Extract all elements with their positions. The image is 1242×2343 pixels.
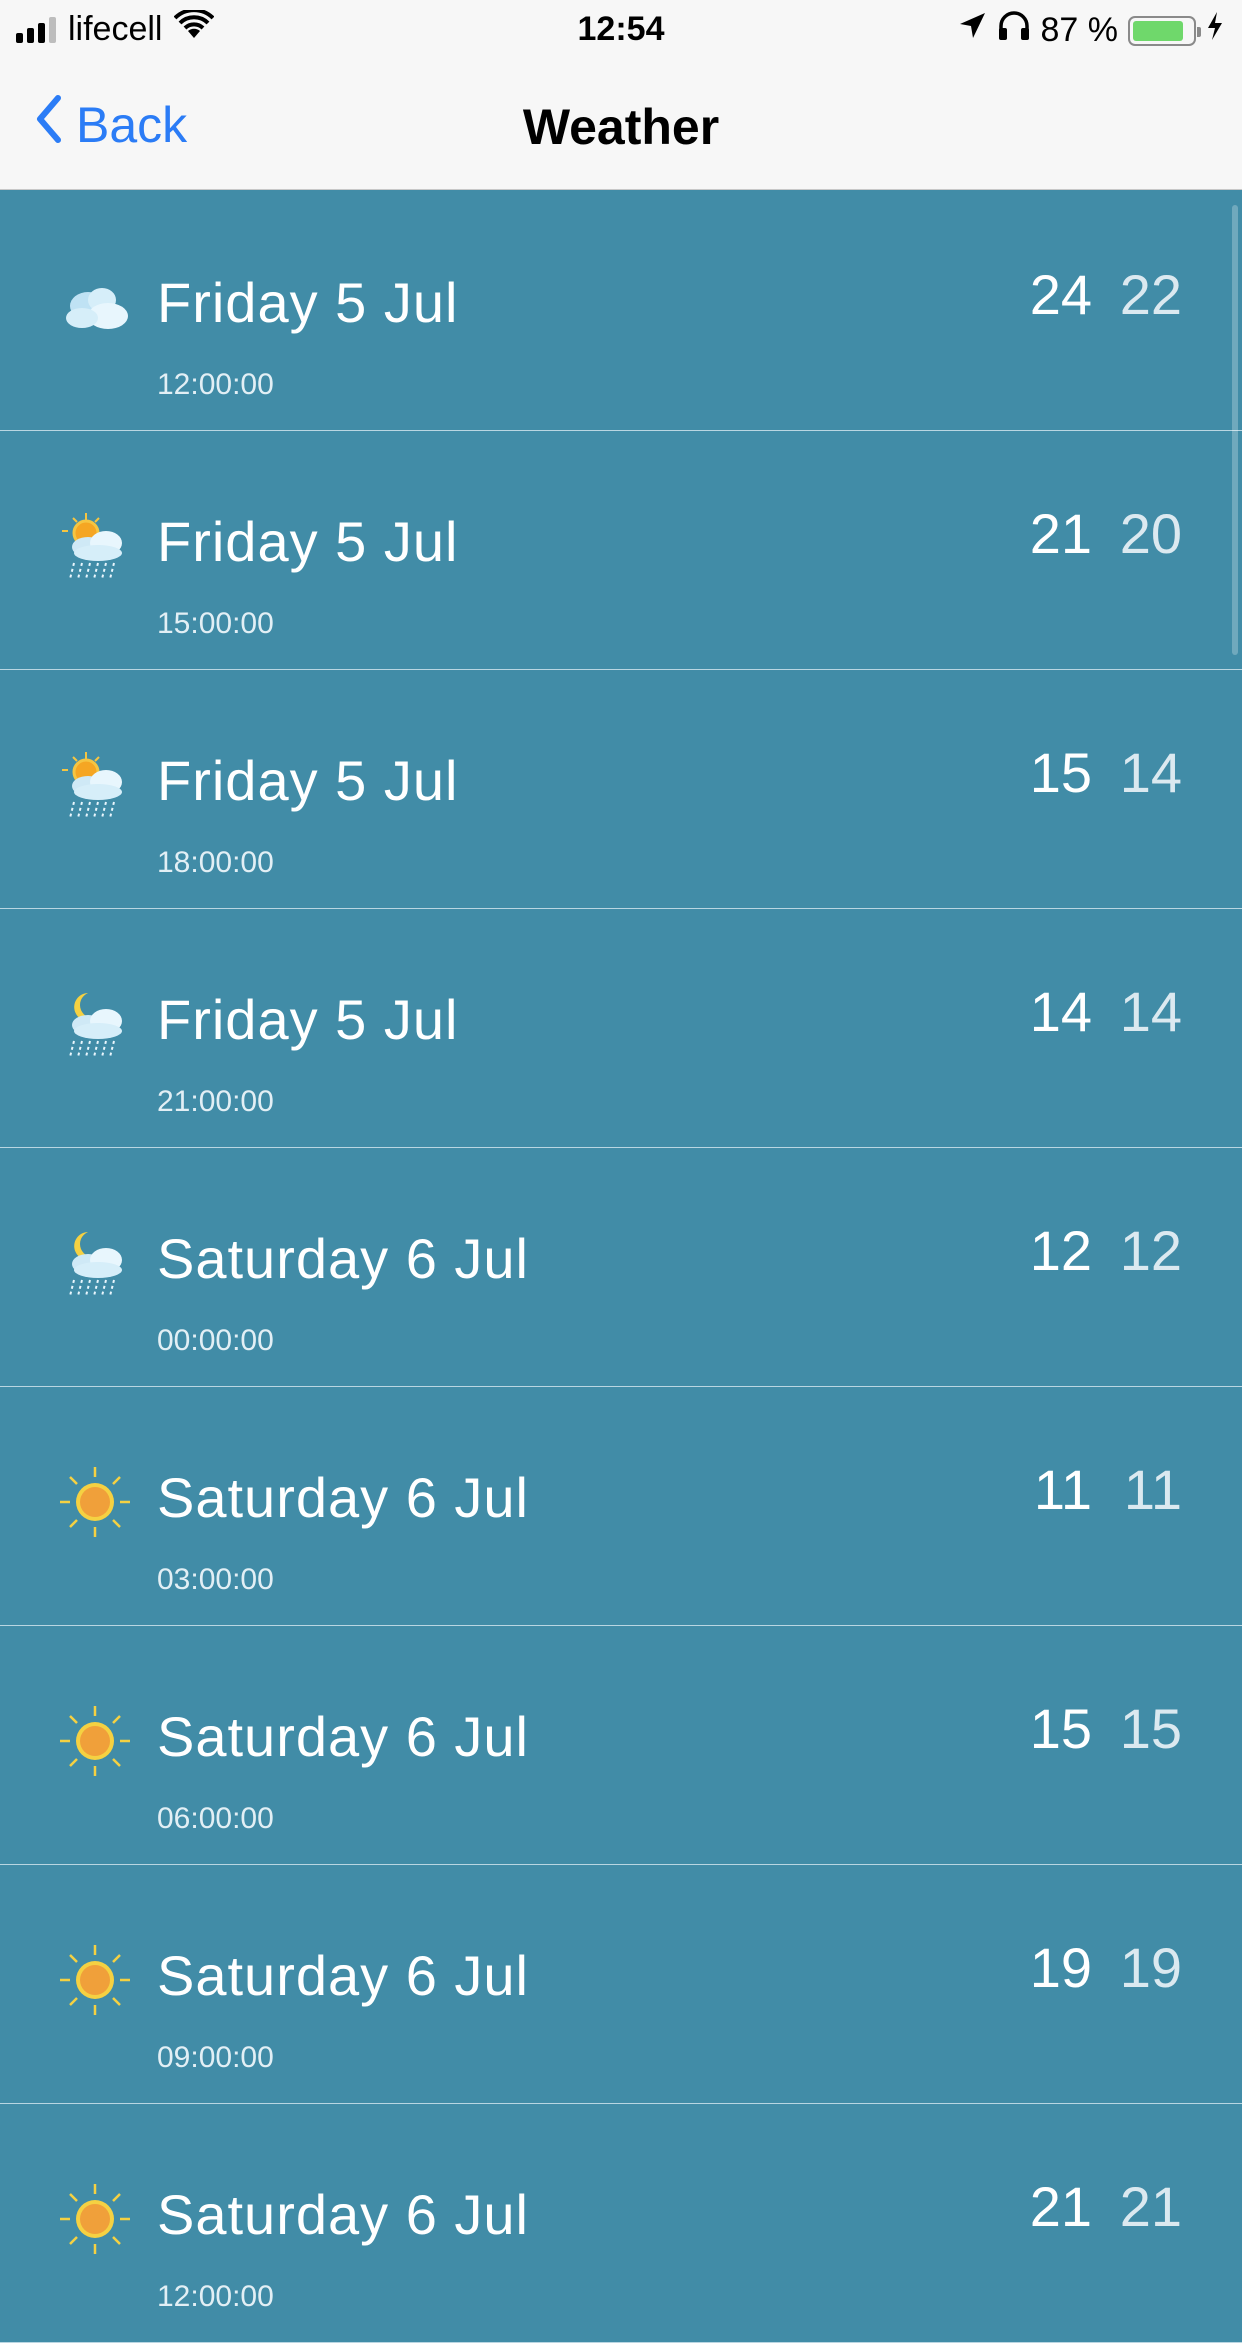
forecast-date: Saturday 6 Jul [157, 1944, 529, 2007]
forecast-time: 15:00:00 [157, 607, 274, 640]
battery-icon [1128, 15, 1201, 46]
headphones-icon [997, 10, 1031, 51]
temperature-low: 15 [1119, 1697, 1182, 1760]
temperature-high: 24 [1029, 263, 1092, 326]
temperature-high: 15 [1029, 741, 1092, 804]
temperature-low: 12 [1119, 1219, 1182, 1282]
forecast-row[interactable]: Friday 5 Jul 12:00:00 24 22 [0, 192, 1242, 431]
forecast-time: 09:00:00 [157, 2041, 274, 2074]
forecast-time: 00:00:00 [157, 1324, 274, 1357]
sun-icon [58, 2182, 132, 2256]
scroll-indicator[interactable] [1232, 205, 1238, 655]
location-arrow-icon [957, 11, 987, 50]
forecast-row[interactable]: Saturday 6 Jul 00:00:00 12 12 [0, 1148, 1242, 1387]
forecast-date: Friday 5 Jul [157, 988, 459, 1051]
sun-icon [58, 1943, 132, 2017]
forecast-time: 06:00:00 [157, 1802, 274, 1835]
forecast-date: Saturday 6 Jul [157, 2183, 529, 2246]
forecast-row[interactable]: Friday 5 Jul 18:00:00 15 14 [0, 670, 1242, 909]
top-bar: lifecell 12:54 87 % Back Weather [0, 0, 1242, 190]
temperature-high: 12 [1029, 1219, 1092, 1282]
temperature-high: 21 [1029, 502, 1092, 565]
forecast-date: Friday 5 Jul [157, 749, 459, 812]
forecast-row[interactable]: Saturday 6 Jul 03:00:00 11 11 [0, 1387, 1242, 1626]
temperature-low: 14 [1119, 980, 1182, 1043]
moon-cloud-rain-icon [58, 987, 132, 1061]
forecast-row[interactable]: Friday 5 Jul 21:00:00 14 14 [0, 909, 1242, 1148]
charging-bolt-icon [1206, 11, 1224, 50]
temperature-low: 14 [1119, 741, 1182, 804]
forecast-date: Saturday 6 Jul [157, 1705, 529, 1768]
page-title: Weather [522, 99, 720, 155]
temperature-low: 19 [1119, 1936, 1182, 1999]
temperature-low: 22 [1119, 263, 1182, 326]
forecast-time: 03:00:00 [157, 1563, 274, 1596]
cloudy-icon [58, 270, 132, 344]
forecast-date: Friday 5 Jul [157, 510, 459, 573]
forecast-time: 21:00:00 [157, 1085, 274, 1118]
forecast-date: Saturday 6 Jul [157, 1227, 529, 1290]
battery-percent: 87 % [1040, 11, 1119, 49]
temperature-high: 19 [1029, 1936, 1092, 1999]
forecast-time: 18:00:00 [157, 846, 274, 879]
temperature-low: 21 [1119, 2175, 1182, 2238]
forecast-row[interactable]: Saturday 6 Jul 06:00:00 15 15 [0, 1626, 1242, 1865]
temperature-high: 15 [1029, 1697, 1092, 1760]
forecast-time: 12:00:00 [157, 2280, 274, 2313]
forecast-date: Friday 5 Jul [157, 271, 459, 334]
moon-cloud-rain-icon [58, 1226, 132, 1300]
forecast-list[interactable]: Friday 5 Jul 12:00:00 24 22 Friday 5 Jul 15:0… [0, 192, 1242, 2343]
battery-fill [1133, 20, 1184, 41]
status-bar: lifecell 12:54 87 % [0, 0, 1242, 60]
navigation-bar: Back Weather [0, 60, 1242, 190]
forecast-row[interactable]: Friday 5 Jul 15:00:00 21 20 [0, 431, 1242, 670]
temperature-high: 21 [1029, 2175, 1092, 2238]
temperature-low: 20 [1119, 502, 1182, 565]
sun-icon [58, 1465, 132, 1539]
temperature-high: 11 [1033, 1458, 1092, 1521]
sun-cloud-rain-icon [58, 509, 132, 583]
forecast-row[interactable]: Saturday 6 Jul 12:00:00 21 21 [0, 2104, 1242, 2343]
temperature-low: 11 [1123, 1458, 1182, 1521]
forecast-time: 12:00:00 [157, 368, 274, 401]
sun-icon [58, 1704, 132, 1778]
sun-cloud-rain-icon [58, 748, 132, 822]
temperature-high: 14 [1029, 980, 1092, 1043]
forecast-date: Saturday 6 Jul [157, 1466, 529, 1529]
forecast-row[interactable]: Saturday 6 Jul 09:00:00 19 19 [0, 1865, 1242, 2104]
